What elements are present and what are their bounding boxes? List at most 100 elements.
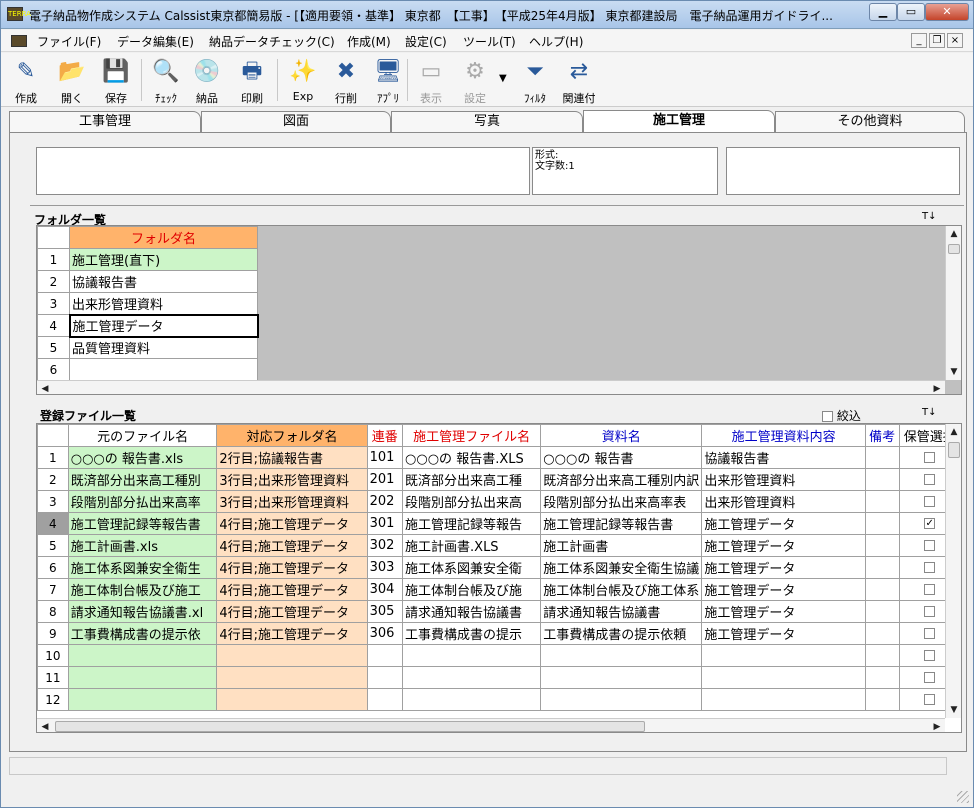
keep-checkbox[interactable] <box>924 540 936 551</box>
doc-content-cell[interactable]: 施工管理データ <box>701 512 866 535</box>
mapped-folder-cell[interactable]: 4行目;施工管理データ <box>216 578 368 601</box>
file-row[interactable]: 1 ○○○の 報告書.xls 2行目;協議報告書 101 ○○○の 報告書.XLS ○○○… <box>37 446 961 469</box>
mdi-restore-button[interactable]: ❐ <box>929 33 945 48</box>
sekou-filename-header[interactable]: 施工管理ファイル名 <box>402 424 542 447</box>
orig-filename-cell[interactable]: ○○○の 報告書.xls <box>67 446 218 469</box>
orig-filename-cell[interactable] <box>67 688 218 711</box>
orig-filename-cell[interactable]: 段階別部分払出来高率 <box>67 490 218 513</box>
doc-name-cell[interactable]: 施工計画書 <box>540 534 703 557</box>
orig-filename-cell[interactable]: 施工計画書.xls <box>67 534 218 557</box>
sekou-filename-cell[interactable]: 段階別部分払出来高 <box>402 490 542 513</box>
doc-content-cell[interactable]: 出来形管理資料 <box>701 490 866 513</box>
row-number[interactable]: 2 <box>37 468 69 491</box>
menu-settings[interactable]: 設定(C) <box>405 33 447 50</box>
row-number[interactable]: 1 <box>37 248 70 271</box>
doc-content-cell[interactable] <box>701 644 866 667</box>
dropdown-arrow-icon[interactable]: ▼ <box>499 73 507 84</box>
doc-content-cell[interactable] <box>701 666 866 689</box>
keep-checkbox[interactable] <box>924 650 936 661</box>
row-number[interactable]: 8 <box>37 600 69 623</box>
row-number[interactable]: 11 <box>37 666 69 689</box>
mdi-minimize-button[interactable]: _ <box>911 33 927 48</box>
toolbar-button-5[interactable]: 🖶 印刷 <box>229 55 275 105</box>
mapped-folder-cell[interactable]: 2行目;協議報告書 <box>216 446 368 469</box>
remarks-cell[interactable] <box>864 666 900 689</box>
serial-cell[interactable]: 303 <box>366 556 404 579</box>
orig-filename-header[interactable]: 元のファイル名 <box>67 424 218 447</box>
doc-name-cell[interactable]: 請求通知報告協議書 <box>540 600 703 623</box>
remarks-cell[interactable] <box>864 644 900 667</box>
serial-cell[interactable] <box>366 644 404 667</box>
file-row[interactable]: 3 段階別部分払出来高率 3行目;出来形管理資料 202 段階別部分払出来高 段階別部分払… <box>37 490 961 513</box>
file-sort-icon[interactable]: T↓ <box>922 407 937 418</box>
doc-name-cell[interactable]: ○○○の 報告書 <box>540 446 703 469</box>
row-number[interactable]: 1 <box>37 446 69 469</box>
sekou-filename-cell[interactable]: 施工体制台帳及び施 <box>402 578 542 601</box>
close-button[interactable]: ✕ <box>925 3 969 21</box>
filter-checkbox[interactable]: 絞込 <box>822 407 861 424</box>
mapped-folder-cell[interactable]: 4行目;施工管理データ <box>216 556 368 579</box>
remarks-cell[interactable] <box>864 446 900 469</box>
description-field[interactable] <box>36 147 530 195</box>
doc-content-cell[interactable]: 施工管理データ <box>701 534 866 557</box>
scroll-left-arrow-icon[interactable]: ◀ <box>37 381 53 394</box>
row-number[interactable]: 9 <box>37 622 69 645</box>
resize-grip-icon[interactable] <box>957 791 969 803</box>
folder-name-cell[interactable]: 出来形管理資料 <box>69 292 258 315</box>
toolbar-button-9[interactable]: ▭ 表示 <box>411 55 451 105</box>
scroll-thumb[interactable] <box>948 442 960 458</box>
file-row[interactable]: 10 <box>37 644 961 667</box>
scroll-down-arrow-icon[interactable]: ▼ <box>946 364 961 380</box>
menu-help[interactable]: ヘルプ(H) <box>529 33 583 50</box>
row-number[interactable]: 4 <box>37 512 69 535</box>
folder-row[interactable]: 6 <box>37 358 258 381</box>
serial-cell[interactable]: 201 <box>366 468 404 491</box>
toolbar-button-6[interactable]: ✨ Exp <box>283 55 323 105</box>
file-row[interactable]: 7 施工体制台帳及び施工 4行目;施工管理データ 304 施工体制台帳及び施 施工体制台帳… <box>37 578 961 601</box>
mapped-folder-cell[interactable]: 4行目;施工管理データ <box>216 534 368 557</box>
toolbar-button-8[interactable]: 🖥 ｱﾌﾟﾘ <box>367 55 409 105</box>
serial-cell[interactable] <box>366 666 404 689</box>
keep-checkbox[interactable] <box>924 584 936 595</box>
doc-name-cell[interactable] <box>540 644 703 667</box>
orig-filename-cell[interactable]: 既済部分出来高工種別 <box>67 468 218 491</box>
sekou-filename-cell[interactable]: 請求通知報告協議書 <box>402 600 542 623</box>
file-row[interactable]: 5 施工計画書.xls 4行目;施工管理データ 302 施工計画書.XLS 施工計画書 施工… <box>37 534 961 557</box>
folder-name-cell[interactable]: 協議報告書 <box>69 270 258 293</box>
folder-name-cell[interactable]: 品質管理資料 <box>69 336 258 359</box>
sekou-filename-cell[interactable] <box>402 666 542 689</box>
tab-1[interactable]: 図面 <box>201 111 391 133</box>
toolbar-button-7[interactable]: ✖ 行削 <box>325 55 367 105</box>
menu-file[interactable]: ファイル(F) <box>37 33 101 50</box>
tab-3[interactable]: 施工管理 <box>583 110 775 134</box>
minimize-button[interactable]: ▁ <box>869 3 897 21</box>
remarks-cell[interactable] <box>864 600 900 623</box>
doc-name-header[interactable]: 資料名 <box>540 424 703 447</box>
menu-delivery-check[interactable]: 納品データチェック(C) <box>209 33 335 50</box>
serial-cell[interactable]: 305 <box>366 600 404 623</box>
tab-0[interactable]: 工事管理 <box>9 111 201 133</box>
row-number[interactable]: 4 <box>37 314 70 337</box>
keep-checkbox[interactable] <box>924 606 936 617</box>
folder-hscroll[interactable]: ◀ ▶ <box>37 380 945 394</box>
serial-cell[interactable]: 101 <box>366 446 404 469</box>
note-field[interactable] <box>726 147 960 195</box>
scroll-up-arrow-icon[interactable]: ▲ <box>946 226 961 242</box>
scroll-up-arrow-icon[interactable]: ▲ <box>946 424 961 440</box>
remarks-cell[interactable] <box>864 688 900 711</box>
row-number[interactable]: 12 <box>37 688 69 711</box>
orig-filename-cell[interactable] <box>67 666 218 689</box>
serial-cell[interactable]: 301 <box>366 512 404 535</box>
remarks-cell[interactable] <box>864 556 900 579</box>
sekou-filename-cell[interactable]: 施工計画書.XLS <box>402 534 542 557</box>
remarks-header[interactable]: 備考 <box>864 424 900 447</box>
doc-content-header[interactable]: 施工管理資料内容 <box>701 424 866 447</box>
row-number[interactable]: 3 <box>37 292 70 315</box>
folder-name-cell[interactable]: 施工管理データ <box>68 313 259 338</box>
orig-filename-cell[interactable]: 施工体制台帳及び施工 <box>67 578 218 601</box>
menu-data-edit[interactable]: データ編集(E) <box>117 33 194 50</box>
file-row[interactable]: 12 <box>37 688 961 711</box>
scroll-thumb[interactable] <box>55 721 645 732</box>
keep-checkbox[interactable] <box>924 694 936 705</box>
row-number[interactable]: 10 <box>37 644 69 667</box>
